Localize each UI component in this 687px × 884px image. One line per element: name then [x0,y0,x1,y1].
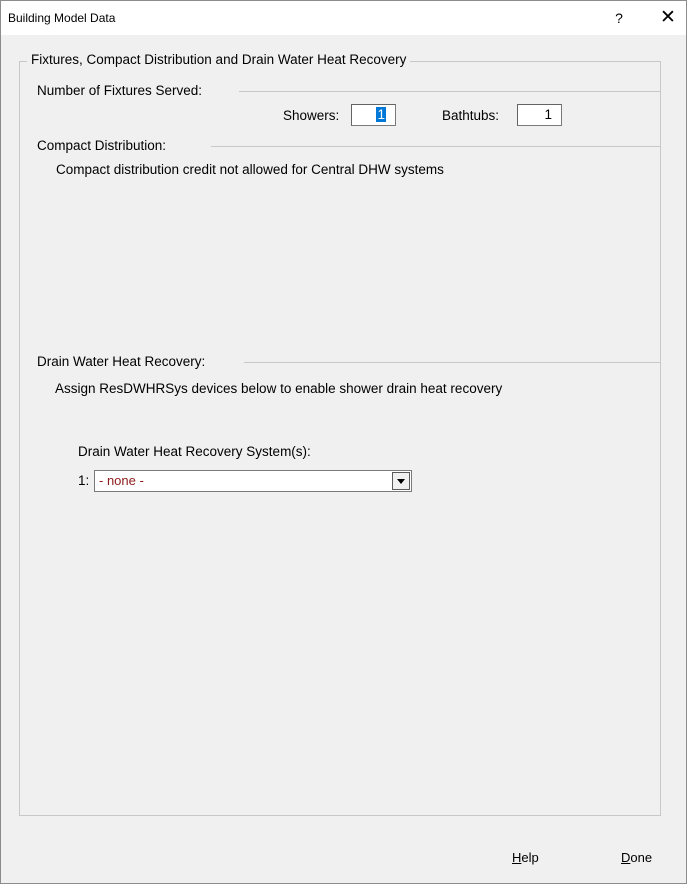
dwhr-note: Assign ResDWHRSys devices below to enabl… [55,381,503,396]
compact-heading: Compact Distribution: [37,138,167,153]
showers-value: 1 [376,107,386,122]
help-mnemonic: H [512,850,522,865]
group-legend: Fixtures, Compact Distribution and Drain… [27,52,411,67]
done-button-label: one [630,850,653,865]
fixtures-heading: Number of Fixtures Served: [37,83,203,98]
chevron-down-icon [397,479,405,484]
fixtures-divider [239,91,661,92]
close-icon[interactable]: ✕ [653,5,683,31]
done-mnemonic: D [621,850,631,865]
compact-note: Compact distribution credit not allowed … [56,162,444,177]
dwhr-selected-value: - none - [99,473,144,488]
building-model-data-dialog: Building Model Data ? ✕ Fixtures, Compac… [0,0,687,884]
done-button[interactable]: Done [621,850,652,865]
help-question-icon[interactable]: ? [607,7,631,29]
dropdown-button[interactable] [392,472,410,490]
compact-divider [211,146,661,147]
dwhr-systems-label: Drain Water Heat Recovery System(s): [78,444,311,459]
dwhr-row-index: 1: [78,473,90,488]
dwhr-heading: Drain Water Heat Recovery: [37,354,206,369]
window-title: Building Model Data [8,11,116,25]
help-button-label: elp [521,850,539,865]
showers-input[interactable]: 1 [351,104,396,126]
title-bar: Building Model Data ? ✕ [1,1,686,35]
dwhr-system-select[interactable]: - none - [94,470,412,492]
showers-label: Showers: [283,108,340,123]
bathtubs-input[interactable]: 1 [517,104,562,126]
bathtubs-label: Bathtubs: [442,108,500,123]
help-button[interactable]: Help [512,850,539,865]
dwhr-divider [244,362,661,363]
